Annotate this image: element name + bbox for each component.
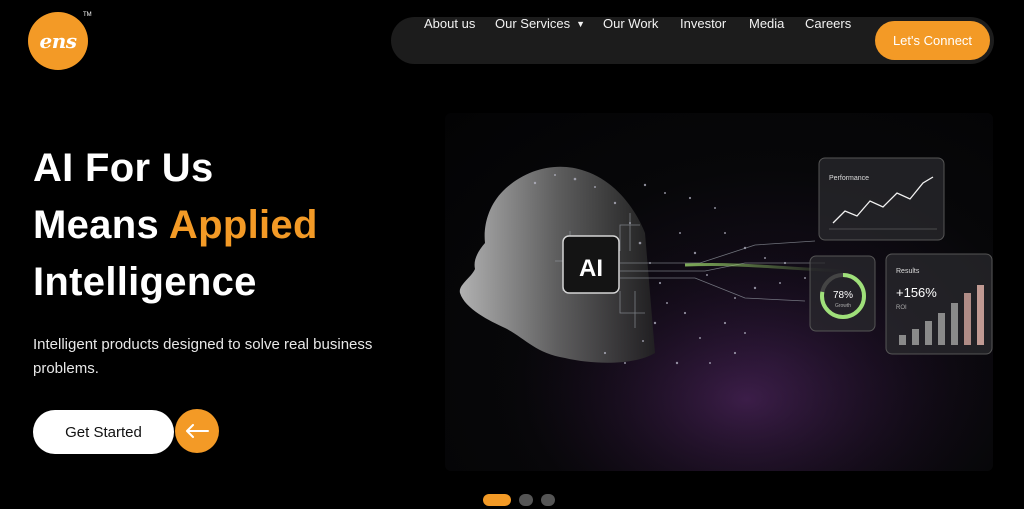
nav-item-about-us[interactable]: About us <box>424 0 475 47</box>
nav-item-our-services[interactable]: Our Services ▼ <box>495 0 585 47</box>
lets-connect-button[interactable]: Let's Connect <box>875 21 990 60</box>
carousel-dot-1[interactable] <box>483 494 511 506</box>
gauge-caption: Growth <box>835 303 851 309</box>
hero-headline: AI For Us Means Applied Intelligence <box>33 140 318 311</box>
headline-line-1: AI For Us <box>33 146 214 190</box>
performance-label: Performance <box>829 175 869 182</box>
get-started-button[interactable]: Get Started <box>33 410 174 454</box>
arrow-left-icon[interactable] <box>175 409 219 453</box>
nav-item-investor[interactable]: Investor <box>680 0 726 47</box>
carousel-dots <box>483 494 555 506</box>
ai-chip-label: AI <box>579 255 603 282</box>
results-label: Results <box>896 268 920 275</box>
nav-item-media[interactable]: Media <box>749 0 784 47</box>
headline-line-2-prefix: Means <box>33 203 169 247</box>
logo-text: ens <box>39 29 77 53</box>
hero-illustration: AI Performance 78% Growth Results +156% … <box>445 113 993 471</box>
nav-item-careers[interactable]: Careers <box>805 0 851 47</box>
carousel-dot-2[interactable] <box>519 494 533 506</box>
headline-line-3: Intelligence <box>33 260 257 304</box>
nav-item-our-work[interactable]: Our Work <box>603 0 658 47</box>
chevron-down-icon: ▼ <box>576 18 586 29</box>
headline-accent-word: Applied <box>168 203 318 247</box>
trademark-mark: TM <box>83 12 92 18</box>
results-value: +156% <box>896 285 937 300</box>
brand-logo[interactable]: ens <box>28 12 88 70</box>
gauge-value: 78% <box>833 290 853 301</box>
ai-head-graphic: AI Performance 78% Growth Results +156% … <box>445 113 993 471</box>
results-caption: ROI <box>896 305 907 311</box>
performance-card <box>818 157 945 241</box>
carousel-dot-3[interactable] <box>541 494 555 506</box>
nav-item-label: Our Services <box>495 16 571 31</box>
hero-subtext: Intelligent products designed to solve r… <box>33 336 373 377</box>
